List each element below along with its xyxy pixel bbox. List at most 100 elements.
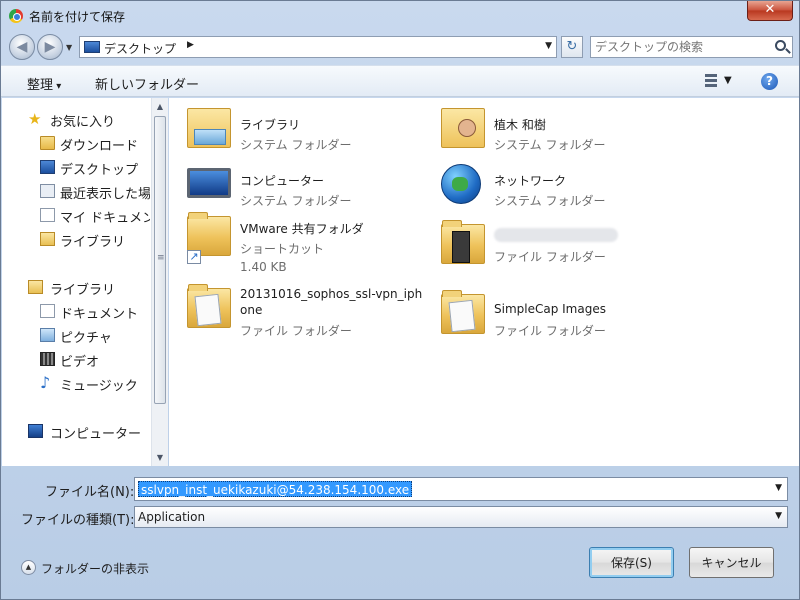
network-icon	[441, 164, 481, 204]
sidebar-item-computer[interactable]: コンピューター	[2, 420, 150, 442]
cancel-button[interactable]: キャンセル	[689, 547, 774, 578]
document-icon	[40, 208, 55, 222]
desktop-icon	[84, 41, 100, 53]
sidebar-item-label: デスクトップ	[60, 163, 139, 178]
sidebar-item-libraries[interactable]: ライブラリ	[2, 276, 150, 298]
chevron-up-icon[interactable]: ▲	[21, 560, 36, 575]
save-as-dialog: 名前を付けて保存 ✕ ◀ ▶ ▼ デスクトップ ▶ ▼ ↻ 整理 新しいフォルダ…	[0, 0, 800, 600]
save-button[interactable]: 保存(S)	[589, 547, 674, 578]
sidebar-item-libraries-fav[interactable]: ライブラリ	[2, 228, 150, 250]
search-box[interactable]	[590, 36, 793, 58]
list-item[interactable]: ネットワーク システム フォルダー	[423, 158, 673, 214]
filename-dropdown-icon[interactable]: ▼	[775, 483, 782, 493]
computer-icon	[28, 424, 43, 438]
item-name: 20131016_sophos_ssl-vpn_iphone	[240, 287, 423, 317]
sidebar-item-favorites[interactable]: ★ お気に入り	[2, 108, 150, 131]
downloads-folder-icon	[40, 136, 55, 150]
close-button[interactable]: ✕	[747, 1, 793, 21]
list-item[interactable]: 植木 和樹 システム フォルダー	[423, 102, 673, 158]
item-type: システム フォルダー	[240, 138, 352, 152]
help-icon[interactable]: ?	[761, 73, 778, 90]
window-title: 名前を付けて保存	[29, 10, 126, 24]
filename-field[interactable]: sslvpn_inst_uekikazuki@54.238.154.100.ex…	[134, 477, 788, 501]
sidebar-item-label: コンピューター	[50, 427, 142, 442]
address-bar[interactable]: デスクトップ ▶ ▼	[79, 36, 557, 58]
hide-folders-label[interactable]: フォルダーの非表示	[41, 560, 149, 577]
scroll-down-icon[interactable]: ▼	[152, 449, 168, 466]
list-item[interactable]: ファイル フォルダー	[423, 218, 673, 274]
address-location[interactable]: デスクトップ	[104, 40, 176, 57]
file-list: ライブラリ システム フォルダー 植木 和樹 システム フォルダー コンピュータ…	[169, 98, 799, 466]
forward-button[interactable]: ▶	[37, 34, 63, 60]
title-bar: 名前を付けて保存 ✕	[1, 1, 799, 31]
list-item[interactable]: コンピューター システム フォルダー	[169, 158, 419, 214]
sidebar-item-music[interactable]: ♪ ミュージック	[2, 372, 150, 395]
item-type: ファイル フォルダー	[240, 324, 352, 338]
navigation-pane: ★ お気に入り ダウンロード デスクトップ 最近表示した場所 マイ ドキュメント…	[2, 98, 168, 466]
item-type: システム フォルダー	[494, 138, 606, 152]
user-folder-icon	[441, 108, 485, 148]
item-name: ネットワーク	[494, 174, 567, 188]
sidebar-item-pictures[interactable]: ピクチャ	[2, 324, 150, 346]
scrollbar-thumb[interactable]: ≡	[154, 116, 166, 404]
sidebar-item-label: ライブラリ	[50, 283, 116, 298]
folder-icon	[441, 220, 485, 264]
filetype-select[interactable]: Application ▼	[134, 506, 788, 528]
view-options-dropdown-icon[interactable]: ▼	[724, 75, 732, 86]
sidebar-item-desktop[interactable]: デスクトップ	[2, 156, 150, 178]
star-icon: ★	[28, 110, 42, 128]
sidebar-item-label: ドキュメント	[60, 307, 139, 322]
video-icon	[40, 352, 55, 366]
music-icon: ♪	[40, 373, 51, 392]
back-button[interactable]: ◀	[9, 34, 35, 60]
list-item[interactable]: 20131016_sophos_ssl-vpn_iphone ファイル フォルダ…	[169, 282, 422, 342]
sidebar-item-label: ピクチャ	[60, 331, 112, 346]
redacted-name	[494, 228, 618, 242]
breadcrumb-arrow-icon[interactable]: ▶	[187, 40, 194, 50]
sidebar-item-label: ライブラリ	[60, 235, 126, 250]
search-icon[interactable]	[775, 40, 786, 51]
scroll-up-icon[interactable]: ▲	[152, 98, 168, 115]
new-folder-button[interactable]: 新しいフォルダー	[95, 74, 199, 93]
search-input[interactable]	[595, 39, 763, 55]
pictures-icon	[40, 328, 55, 342]
sidebar-item-label: ビデオ	[60, 355, 100, 370]
recent-places-icon	[40, 184, 55, 198]
filename-value[interactable]: sslvpn_inst_uekikazuki@54.238.154.100.ex…	[138, 481, 413, 497]
list-item[interactable]: ライブラリ システム フォルダー	[169, 102, 419, 158]
folder-icon	[187, 284, 231, 328]
grip-icon: ≡	[157, 253, 165, 263]
chrome-icon	[9, 9, 23, 23]
item-type: システム フォルダー	[240, 194, 352, 208]
computer-icon	[187, 168, 231, 198]
navigation-scrollbar[interactable]: ▲ ≡ ▼	[151, 98, 168, 466]
item-name: 植木 和樹	[494, 118, 546, 132]
filetype-dropdown-icon[interactable]: ▼	[775, 511, 782, 521]
item-type: ファイル フォルダー	[494, 250, 606, 264]
sidebar-item-recent-places[interactable]: 最近表示した場所	[2, 180, 150, 202]
item-name: コンピューター	[240, 174, 325, 188]
sidebar-item-my-documents[interactable]: マイ ドキュメント	[2, 204, 150, 226]
command-toolbar: 整理 新しいフォルダー ▼ ?	[1, 65, 799, 97]
filetype-label: ファイルの種類(T):	[21, 513, 135, 528]
sidebar-item-videos[interactable]: ビデオ	[2, 348, 150, 370]
refresh-button[interactable]: ↻	[561, 36, 583, 58]
change-view-icon[interactable]	[701, 74, 717, 89]
sidebar-item-label: お気に入り	[50, 115, 116, 130]
filename-label: ファイル名(N):	[45, 485, 135, 500]
item-name: VMware 共有フォルダ	[240, 222, 364, 236]
sidebar-item-label: ミュージック	[60, 379, 138, 394]
library-icon	[28, 280, 43, 294]
list-item[interactable]: SimpleCap Images ファイル フォルダー	[423, 288, 673, 344]
sidebar-item-documents[interactable]: ドキュメント	[2, 300, 150, 322]
organize-menu[interactable]: 整理	[27, 74, 61, 93]
item-name: SimpleCap Images	[494, 302, 606, 316]
recent-pages-dropdown-icon[interactable]: ▼	[66, 43, 72, 52]
folder-icon	[441, 290, 485, 334]
item-size: 1.40 KB	[240, 260, 287, 274]
desktop-icon	[40, 160, 55, 174]
item-type: システム フォルダー	[494, 194, 606, 208]
list-item[interactable]: ↗ VMware 共有フォルダ ショートカット 1.40 KB	[169, 210, 419, 282]
sidebar-item-downloads[interactable]: ダウンロード	[2, 132, 150, 154]
address-dropdown-icon[interactable]: ▼	[545, 41, 552, 51]
